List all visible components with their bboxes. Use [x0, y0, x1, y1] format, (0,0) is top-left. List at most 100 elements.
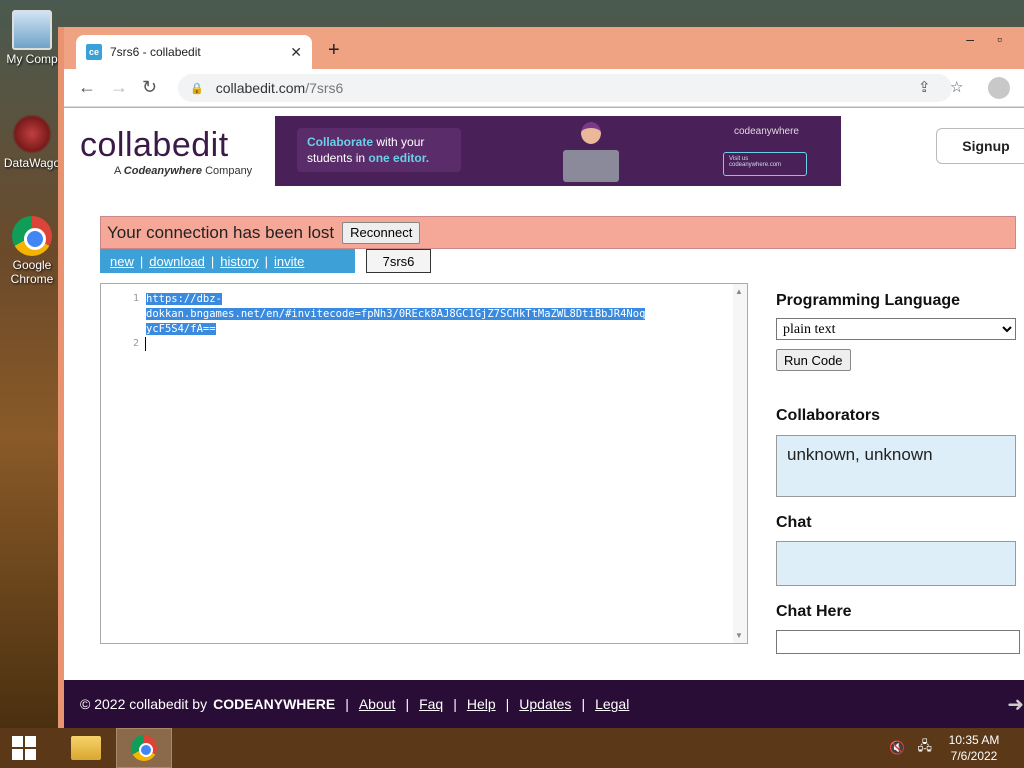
address-bar[interactable]: 🔒 collabedit.com/7srs6: [178, 74, 952, 102]
datawago-icon: [12, 114, 52, 154]
folder-icon: [71, 736, 101, 760]
forward-icon[interactable]: →: [110, 77, 128, 98]
new-link[interactable]: new: [110, 254, 134, 269]
taskbar-chrome[interactable]: [116, 728, 172, 768]
collabedit-logo[interactable]: collabedit A Codeanywhere Company: [80, 126, 252, 177]
person-illustration-icon: [581, 122, 601, 144]
computer-icon: [12, 10, 52, 50]
run-code-button[interactable]: Run Code: [776, 349, 851, 371]
new-tab-icon[interactable]: +: [328, 39, 340, 62]
updates-link[interactable]: Updates: [519, 696, 571, 712]
back-icon[interactable]: ←: [78, 77, 96, 98]
taskbar-file-explorer[interactable]: [58, 728, 114, 768]
editor-content[interactable]: https://dbz- dokkan.bngames.net/en/#invi…: [146, 292, 726, 337]
system-tray: 🔇 🖧 10:35 AM 7/6/2022: [889, 728, 1004, 768]
language-heading: Programming Language: [776, 292, 961, 309]
clock[interactable]: 10:35 AM 7/6/2022: [944, 732, 1004, 764]
chat-log: [776, 541, 1016, 586]
code-line: dokkan.bngames.net/en/#invitecode=fpNh3/…: [146, 308, 646, 320]
start-button[interactable]: [0, 728, 48, 768]
share-icon[interactable]: ⇪: [918, 78, 931, 96]
speaker-muted-icon[interactable]: 🔇: [889, 740, 905, 756]
chat-heading: Chat: [776, 514, 812, 531]
sidebar: Programming Language plain text Run Code…: [776, 292, 1020, 654]
close-tab-icon[interactable]: ✕: [290, 44, 302, 61]
desktop-icon-label: Google Chrome: [10, 258, 54, 286]
scroll-down-icon[interactable]: ▼: [735, 631, 743, 640]
codeanywhere-ad-banner[interactable]: Collaborate with your students in one ed…: [275, 116, 841, 186]
tab-bar: ce 7srs6 - collabedit ✕ + – ▫: [64, 27, 1024, 69]
taskbar: 🔇 🖧 10:35 AM 7/6/2022: [0, 728, 1024, 768]
code-editor[interactable]: 1 2 https://dbz- dokkan.bngames.net/en/#…: [100, 283, 748, 644]
tab-title: 7srs6 - collabedit: [110, 45, 201, 59]
banner-visit-box: Visit us codeanywhere.com: [723, 152, 807, 176]
banner-highlight: one editor.: [368, 151, 430, 165]
language-select[interactable]: plain text: [776, 318, 1016, 340]
restore-icon[interactable]: ▫: [997, 31, 1002, 47]
desktop-icon-label: My Comp: [6, 52, 58, 66]
clock-time: 10:35 AM: [948, 733, 1000, 747]
invite-link[interactable]: invite: [274, 254, 304, 269]
network-icon[interactable]: 🖧: [918, 737, 933, 759]
logo-sub-brand: Codeanywhere: [123, 165, 203, 177]
url-host: collabedit.com: [215, 80, 306, 96]
code-line: https://dbz-: [146, 293, 222, 305]
banner-brand: codeanywhere: [733, 126, 799, 137]
text-cursor: [145, 337, 146, 351]
session-links-bar: new | download | history | invite: [100, 249, 355, 273]
copyright-text: © 2022 collabedit by: [80, 696, 208, 712]
line-number: 1: [132, 293, 139, 304]
download-link[interactable]: download: [149, 254, 205, 269]
chat-input[interactable]: [776, 630, 1020, 654]
desktop-icon-label: DataWago: [3, 156, 61, 170]
banner-text-box: Collaborate with your students in one ed…: [297, 128, 461, 172]
editor-scrollbar[interactable]: ▲ ▼: [733, 284, 747, 643]
web-page: collabedit A Codeanywhere Company Collab…: [64, 108, 1024, 728]
scroll-up-icon[interactable]: ▲: [735, 287, 743, 296]
desktop-icon-chrome[interactable]: Google Chrome: [0, 216, 64, 286]
legal-link[interactable]: Legal: [595, 696, 629, 712]
collaborators-list: unknown, unknown: [776, 435, 1016, 497]
profile-avatar-icon[interactable]: [988, 77, 1010, 99]
desktop-icon-my-computer[interactable]: My Comp: [0, 10, 64, 66]
connection-lost-bar: Your connection has been lost Reconnect: [100, 216, 1016, 249]
session-id-box: 7srs6: [366, 249, 431, 273]
chat-here-heading: Chat Here: [776, 603, 852, 620]
signup-button[interactable]: Signup: [936, 128, 1024, 164]
faq-link[interactable]: Faq: [419, 696, 443, 712]
logo-subtitle: A Codeanywhere Company: [114, 165, 252, 177]
history-link[interactable]: history: [220, 254, 258, 269]
clock-date: 7/6/2022: [950, 749, 998, 763]
site-footer: © 2022 collabedit by CODEANYWHERE | About…: [64, 680, 1024, 728]
site-header: collabedit A Codeanywhere Company Collab…: [64, 108, 1024, 220]
about-link[interactable]: About: [359, 696, 396, 712]
browser-toolbar: ← → ↻ 🔒 collabedit.com/7srs6 ⇪ ☆: [64, 69, 1024, 107]
bookmark-star-icon[interactable]: ☆: [950, 78, 963, 96]
minimize-icon[interactable]: –: [966, 31, 974, 47]
windows-logo-icon: [12, 736, 36, 760]
line-number: 2: [132, 338, 139, 349]
url-path: /7srs6: [305, 80, 344, 96]
browser-tab[interactable]: ce 7srs6 - collabedit ✕: [76, 35, 312, 69]
laptop-illustration-icon: [563, 150, 619, 182]
help-link[interactable]: Help: [467, 696, 496, 712]
logo-sub-suffix: Company: [205, 165, 253, 177]
footer-brand: CODEANYWHERE: [213, 696, 336, 712]
banner-text: with your: [376, 135, 425, 149]
connection-message: Your connection has been lost: [107, 222, 335, 242]
arrow-right-icon[interactable]: ➜: [1007, 692, 1024, 717]
chrome-icon: [131, 735, 157, 761]
collaborators-heading: Collaborators: [776, 407, 881, 424]
logo-text: collabedit: [80, 126, 229, 164]
reconnect-button[interactable]: Reconnect: [342, 221, 421, 244]
banner-visit-url: codeanywhere.com: [729, 162, 782, 168]
logo-sub-prefix: A: [114, 165, 121, 177]
reload-icon[interactable]: ↻: [142, 77, 157, 98]
browser-window: ce 7srs6 - collabedit ✕ + – ▫ ← → ↻ 🔒 co…: [58, 27, 1024, 728]
banner-highlight: Collaborate: [307, 135, 374, 149]
desktop-icon-datawago[interactable]: DataWago: [0, 114, 64, 170]
chrome-icon: [12, 216, 52, 256]
banner-text: students in: [307, 151, 366, 165]
lock-icon: 🔒: [190, 82, 204, 95]
code-line: ycF5S4/fA==: [146, 323, 216, 335]
